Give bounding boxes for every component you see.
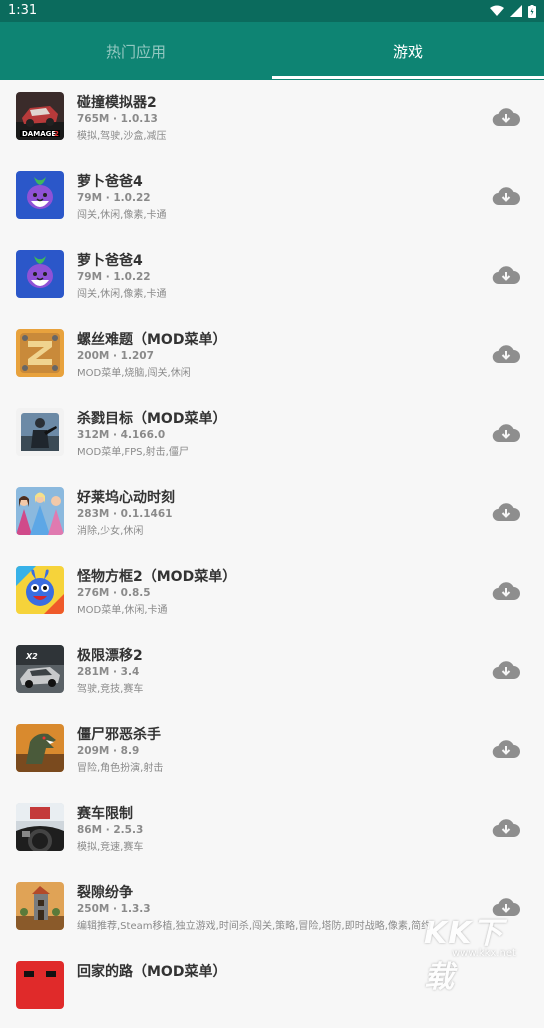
- list-item[interactable]: 赛车限制 86M · 2.5.3 模拟,竞速,赛车: [0, 791, 544, 870]
- app-meta: 250M · 1.3.3: [77, 903, 151, 915]
- list-item[interactable]: 好莱坞心动时刻 283M · 0.1.1461 消除,少女,休闲: [0, 475, 544, 554]
- app-meta: 200M · 1.207: [77, 350, 154, 362]
- app-meta: 276M · 0.8.5: [77, 587, 151, 599]
- app-title: 极限漂移2: [77, 648, 143, 664]
- tower-icon: [16, 882, 64, 930]
- soldier-icon: [16, 408, 64, 456]
- app-meta: 312M · 4.166.0: [77, 429, 166, 441]
- tab-hot-apps-label: 热门应用: [105, 42, 166, 61]
- list-item[interactable]: 螺丝难题（MOD菜单） 200M · 1.207 MOD菜单,烧脑,闯关,休闲: [0, 317, 544, 396]
- app-title: 裂隙纷争: [77, 885, 133, 901]
- svg-text:DAMAGE: DAMAGE: [22, 130, 56, 138]
- cloud-download-icon[interactable]: [492, 106, 520, 128]
- tab-games[interactable]: 游戏: [272, 22, 544, 80]
- cloud-download-icon[interactable]: [492, 659, 520, 681]
- red-icon: [16, 961, 64, 1009]
- app-title: 杀戮目标（MOD菜单）: [77, 411, 227, 427]
- list-item[interactable]: X2 极限漂移2 281M · 3.4 驾驶,竞技,赛车: [0, 633, 544, 712]
- cloud-download-icon[interactable]: [492, 738, 520, 760]
- monster-icon: [16, 566, 64, 614]
- watermark-url: www.kkx.net: [452, 948, 516, 959]
- watermark-logo: KK下载 www.kkx.net: [414, 904, 534, 995]
- cloud-download-icon[interactable]: [492, 817, 520, 839]
- app-title: 好莱坞心动时刻: [77, 490, 175, 506]
- status-icons: [490, 4, 536, 18]
- list-item[interactable]: 杀戮目标（MOD菜单） 312M · 4.166.0 MOD菜单,FPS,射击,…: [0, 396, 544, 475]
- tab-bar: 热门应用 游戏: [0, 22, 544, 80]
- cloud-download-icon[interactable]: [492, 422, 520, 444]
- app-title: 僵尸邪恶杀手: [77, 727, 161, 743]
- app-title: 萝卜爸爸4: [77, 174, 143, 190]
- cloud-download-icon[interactable]: [492, 264, 520, 286]
- app-meta: 283M · 0.1.1461: [77, 508, 173, 520]
- app-title: 赛车限制: [77, 806, 133, 822]
- app-title: 怪物方框2（MOD菜单）: [77, 569, 237, 585]
- cloud-download-icon[interactable]: [492, 343, 520, 365]
- dinosaur-icon: [16, 724, 64, 772]
- tab-games-label: 游戏: [392, 42, 423, 61]
- app-title: 螺丝难题（MOD菜单）: [77, 332, 227, 348]
- radish-icon: [16, 171, 64, 219]
- app-meta: 86M · 2.5.3: [77, 824, 144, 836]
- list-item[interactable]: 怪物方框2（MOD菜单） 276M · 0.8.5 MOD菜单,休闲,卡通: [0, 554, 544, 633]
- list-item[interactable]: 僵尸邪恶杀手 209M · 8.9 冒险,角色扮演,射击: [0, 712, 544, 791]
- app-meta: 79M · 1.0.22: [77, 271, 151, 283]
- battery-icon: [528, 4, 536, 18]
- tab-hot-apps[interactable]: 热门应用: [0, 22, 272, 80]
- tab-indicator: [272, 76, 544, 79]
- cloud-download-icon[interactable]: [492, 185, 520, 207]
- app-meta: 79M · 1.0.22: [77, 192, 151, 204]
- cloud-download-icon[interactable]: [492, 501, 520, 523]
- drift-car-icon: X2: [16, 645, 64, 693]
- app-tags: 模拟,竞速,赛车: [77, 842, 144, 853]
- app-tags: 冒险,角色扮演,射击: [77, 763, 164, 774]
- app-tags: 消除,少女,休闲: [77, 526, 144, 537]
- car-crash-icon: DAMAGE 2: [16, 92, 64, 140]
- princess-icon: [16, 487, 64, 535]
- app-title: 碰撞模拟器2: [77, 95, 157, 111]
- status-time: 1:31: [8, 3, 38, 18]
- app-meta: 209M · 8.9: [77, 745, 140, 757]
- app-tags: MOD菜单,烧脑,闯关,休闲: [77, 368, 191, 379]
- app-tags: 模拟,驾驶,沙盒,减压: [77, 131, 167, 142]
- radish-icon: [16, 250, 64, 298]
- screw-puzzle-icon: [16, 329, 64, 377]
- app-tags: MOD菜单,FPS,射击,僵尸: [77, 447, 189, 458]
- list-item[interactable]: DAMAGE 2 碰撞模拟器2 765M · 1.0.13 模拟,驾驶,沙盒,减压: [0, 80, 544, 159]
- app-title: 萝卜爸爸4: [77, 253, 143, 269]
- app-meta: 281M · 3.4: [77, 666, 140, 678]
- list-item[interactable]: 萝卜爸爸4 79M · 1.0.22 闯关,休闲,像素,卡通: [0, 238, 544, 317]
- app-tags: 编辑推荐,Steam移植,独立游戏,时间杀,闯关,策略,冒险,塔防,即时战略,像…: [77, 921, 432, 932]
- list-item[interactable]: 萝卜爸爸4 79M · 1.0.22 闯关,休闲,像素,卡通: [0, 159, 544, 238]
- signal-icon: [510, 5, 522, 17]
- app-tags: 闯关,休闲,像素,卡通: [77, 289, 167, 300]
- svg-text:X2: X2: [25, 652, 38, 661]
- cloud-download-icon[interactable]: [492, 580, 520, 602]
- app-tags: 闯关,休闲,像素,卡通: [77, 210, 167, 221]
- app-tags: MOD菜单,休闲,卡通: [77, 605, 168, 616]
- status-bar: 1:31: [0, 0, 544, 22]
- svg-text:2: 2: [54, 130, 59, 138]
- app-title: 回家的路（MOD菜单）: [77, 964, 227, 980]
- app-tags: 驾驶,竞技,赛车: [77, 684, 144, 695]
- app-meta: 765M · 1.0.13: [77, 113, 158, 125]
- steering-wheel-icon: [16, 803, 64, 851]
- wifi-icon: [490, 5, 504, 16]
